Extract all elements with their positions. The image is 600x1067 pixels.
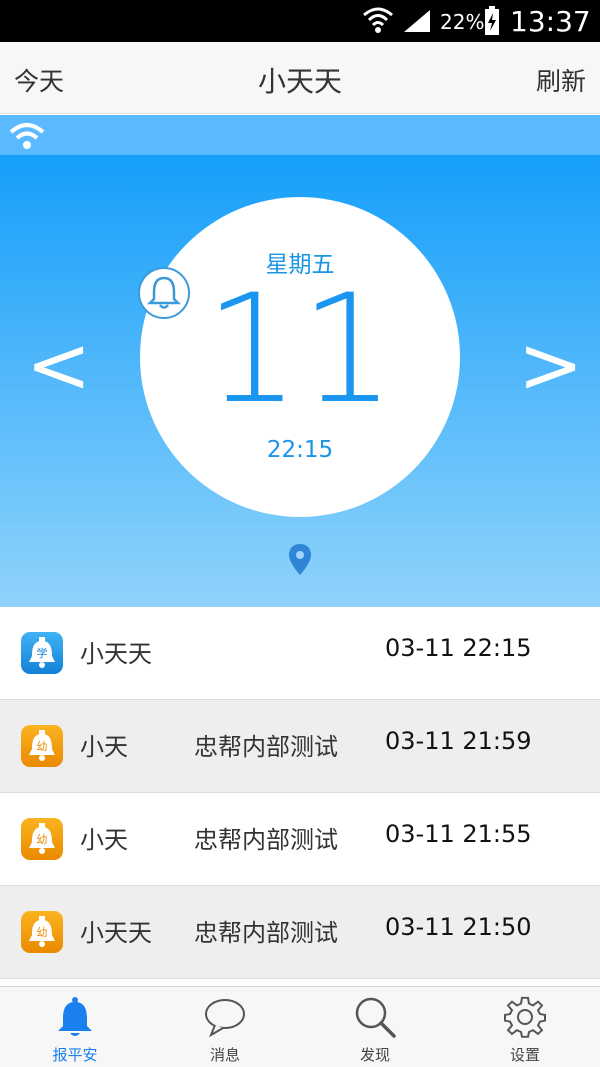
svg-text:幼: 幼 [37, 740, 48, 753]
tab-report-safety[interactable]: 报平安 [0, 987, 150, 1067]
nav-bar: 今天 小天天 刷新 [0, 42, 600, 114]
kindergarten-bell-icon: 幼 [21, 818, 63, 860]
bell-icon [58, 997, 92, 1036]
wifi-icon [9, 123, 45, 149]
search-icon [355, 997, 396, 1038]
svg-text:学: 学 [37, 646, 48, 660]
prev-day-button[interactable]: < [26, 327, 91, 405]
tab-discover[interactable]: 发现 [300, 987, 450, 1067]
date-hero: < > 星期五 11 22:15 [0, 155, 600, 607]
tab-settings[interactable]: 设置 [450, 987, 600, 1067]
next-day-button[interactable]: > [518, 327, 583, 405]
list-item[interactable]: 幼 小天天 忠帮内部测试 03-11 21:50 [0, 886, 600, 979]
tab-label: 设置 [509, 1046, 540, 1064]
signal-icon [404, 10, 430, 32]
record-group: 忠帮内部测试 [194, 826, 338, 854]
list-item[interactable]: 幼 小天 忠帮内部测试 03-11 21:59 [0, 700, 600, 793]
battery-percent: 22% [440, 10, 485, 34]
bottom-tab-bar: 报平安 消息 发现 设置 [0, 986, 600, 1067]
chat-bubble-icon [205, 999, 245, 1038]
svg-text:幼: 幼 [37, 833, 48, 846]
status-bar: 22% 13:37 [0, 0, 600, 42]
record-name: 小天 [80, 826, 128, 854]
alarm-bell-button[interactable] [138, 267, 190, 319]
kindergarten-bell-icon: 幼 [21, 725, 63, 767]
tab-label: 消息 [209, 1046, 240, 1064]
record-time: 03-11 21:55 [385, 820, 532, 848]
record-name: 小天天 [80, 640, 152, 668]
tab-label: 报平安 [52, 1046, 98, 1064]
location-pin-icon[interactable] [288, 543, 312, 577]
wifi-status-icon [363, 7, 393, 33]
kindergarten-bell-icon: 幼 [21, 911, 63, 953]
record-list: 学 小天天 03-11 22:15 幼 小天 忠帮内部测试 03-11 21:5… [0, 607, 600, 979]
record-time: 03-11 21:59 [385, 727, 532, 755]
refresh-button[interactable]: 刷新 [536, 62, 586, 98]
date-dial: 星期五 11 22:15 [140, 197, 460, 517]
svg-text:幼: 幼 [37, 926, 48, 939]
student-bell-icon: 学 [21, 632, 63, 674]
record-name: 小天天 [80, 919, 152, 947]
battery-charging-icon [485, 6, 499, 35]
record-time: 03-11 22:15 [385, 634, 532, 662]
page-title: 小天天 [257, 65, 342, 98]
list-item[interactable]: 学 小天天 03-11 22:15 [0, 607, 600, 700]
check-in-time: 22:15 [266, 437, 334, 463]
list-item[interactable]: 幼 小天 忠帮内部测试 03-11 21:55 [0, 793, 600, 886]
tab-label: 发现 [359, 1046, 390, 1064]
tab-messages[interactable]: 消息 [150, 987, 300, 1067]
status-clock: 13:37 [510, 5, 591, 38]
record-group: 忠帮内部测试 [194, 919, 338, 947]
record-time: 03-11 21:50 [385, 913, 532, 941]
gear-icon [504, 996, 546, 1038]
record-group: 忠帮内部测试 [194, 733, 338, 761]
record-name: 小天 [80, 733, 128, 761]
bell-outline-icon [146, 276, 182, 309]
connection-strip [0, 115, 600, 155]
